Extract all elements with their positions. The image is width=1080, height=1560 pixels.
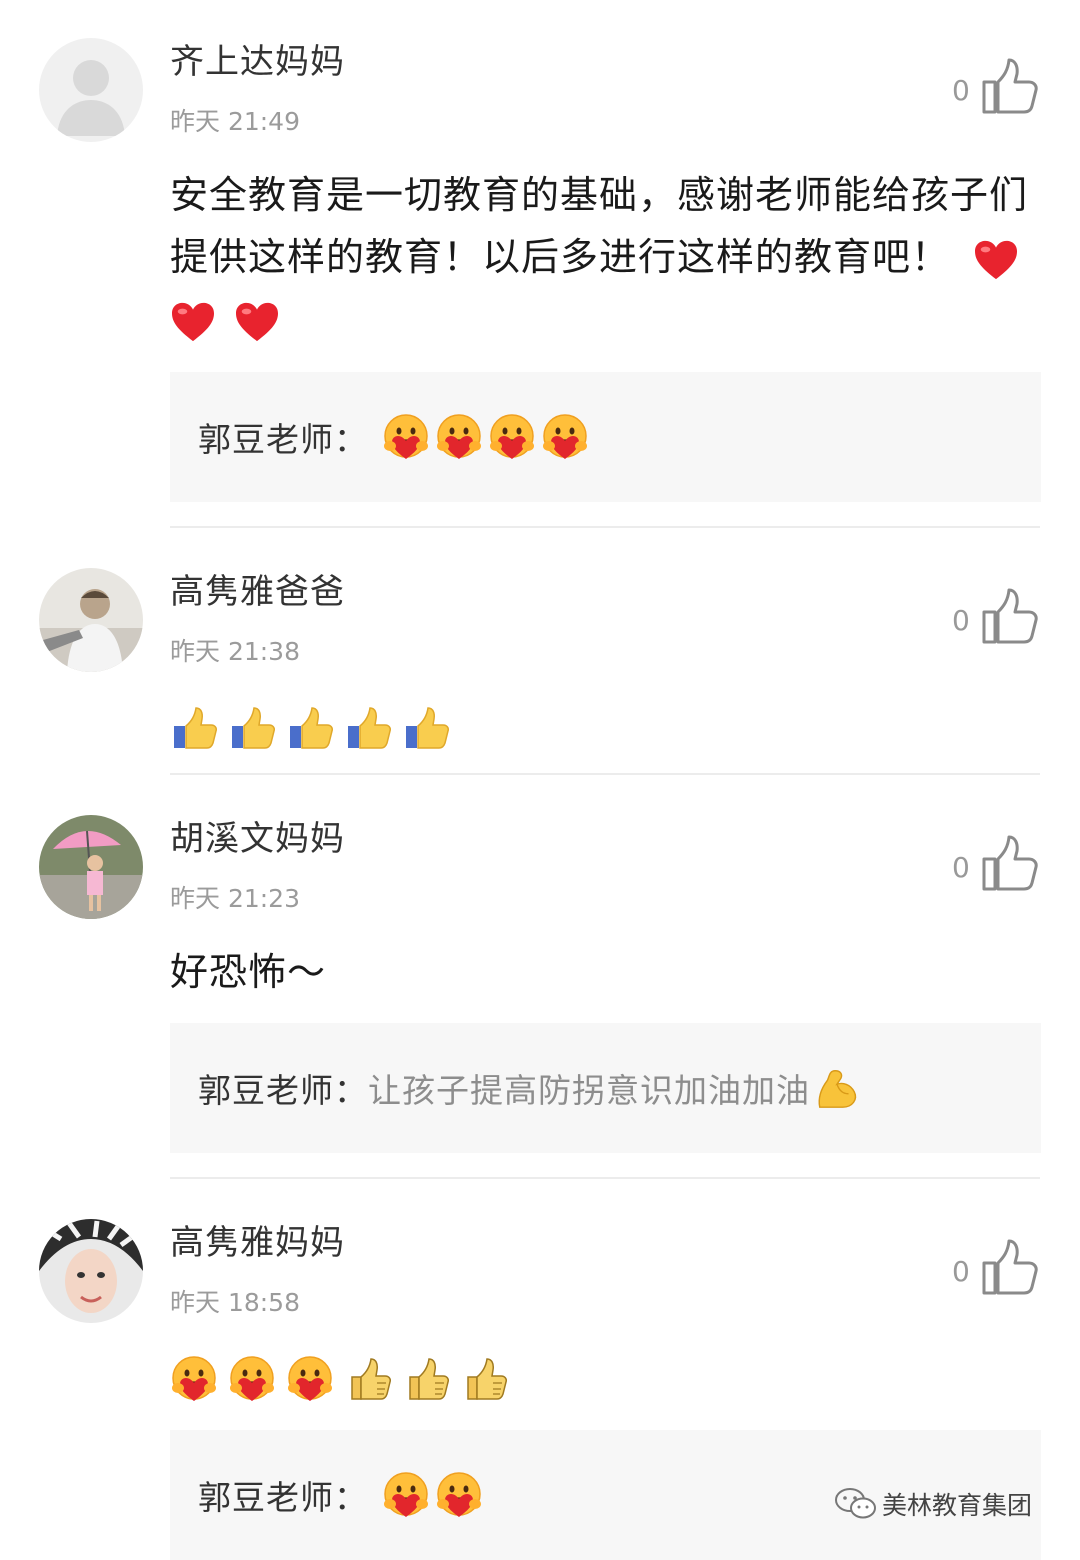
thumbs-up-emoji-icon bbox=[170, 704, 218, 752]
thumbs-up-icon bbox=[980, 586, 1040, 646]
hug-icon bbox=[541, 413, 589, 461]
divider bbox=[170, 773, 1040, 775]
author-reply: 郭豆老师： 让孩子提高防拐意识加油加油 bbox=[170, 1023, 1041, 1153]
avatar[interactable] bbox=[39, 568, 143, 672]
like-button[interactable]: 0 bbox=[948, 1237, 1043, 1297]
thumbs-up-emoji-icon bbox=[228, 704, 276, 752]
like-button[interactable]: 0 bbox=[948, 833, 1043, 893]
like-count: 0 bbox=[952, 74, 970, 107]
thumbs-up-emoji-icon bbox=[344, 704, 392, 752]
divider bbox=[170, 1177, 1040, 1179]
comment-emojis[interactable] bbox=[170, 704, 455, 756]
like-button[interactable]: 0 bbox=[948, 56, 1043, 116]
reply-author: 郭豆老师： bbox=[198, 1478, 368, 1517]
heart-icon bbox=[234, 301, 280, 343]
thumbs-up-icon bbox=[980, 1237, 1040, 1297]
thumbs-up-emoji-icon bbox=[402, 704, 450, 752]
like-count: 0 bbox=[952, 1255, 970, 1288]
nickname[interactable]: 高隽雅爸爸 bbox=[170, 570, 345, 614]
thumbs-up-emoji-icon bbox=[286, 704, 334, 752]
author-reply: 郭豆老师： bbox=[170, 372, 1041, 502]
comment-time: 昨天 21:23 bbox=[170, 884, 300, 913]
like-count: 0 bbox=[952, 851, 970, 884]
comment-time: 昨天 18:58 bbox=[170, 1288, 300, 1317]
avatar[interactable] bbox=[39, 38, 143, 142]
thumbs-up-emoji-icon bbox=[460, 1355, 508, 1403]
hug-icon bbox=[435, 1471, 483, 1519]
hug-icon bbox=[228, 1355, 276, 1403]
watermark-text: 美林教育集团 bbox=[882, 1491, 1033, 1520]
thumbs-up-emoji-icon bbox=[344, 1355, 392, 1403]
reply-author: 郭豆老师： bbox=[198, 1071, 368, 1110]
comment-time: 昨天 21:49 bbox=[170, 107, 300, 136]
hug-icon bbox=[382, 413, 430, 461]
comment-text-body: 安全教育是一切教育的基础，感谢老师能给孩子们提供这样的教育！以后多进行这样的教育… bbox=[170, 173, 1029, 279]
nickname[interactable]: 胡溪文妈妈 bbox=[170, 817, 345, 861]
hug-icon bbox=[170, 1355, 218, 1403]
avatar[interactable] bbox=[39, 815, 143, 919]
nickname[interactable]: 齐上达妈妈 bbox=[170, 40, 345, 84]
like-count: 0 bbox=[952, 604, 970, 637]
divider bbox=[170, 526, 1040, 528]
thumbs-up-icon bbox=[980, 56, 1040, 116]
hug-icon bbox=[286, 1355, 334, 1403]
hug-icon bbox=[435, 413, 483, 461]
heart-icon bbox=[973, 239, 1019, 281]
comment-text[interactable]: 好恐怖～ bbox=[170, 941, 1040, 1003]
nickname[interactable]: 高隽雅妈妈 bbox=[170, 1221, 345, 1265]
reply-author: 郭豆老师： bbox=[198, 420, 368, 459]
wechat-icon bbox=[835, 1488, 876, 1519]
heart-icon bbox=[170, 301, 216, 343]
watermark: 美林教育集团 bbox=[834, 1486, 1032, 1522]
avatar[interactable] bbox=[39, 1219, 143, 1323]
thumbs-up-emoji-icon bbox=[402, 1355, 450, 1403]
comment-emojis[interactable] bbox=[170, 1355, 513, 1407]
flexed-biceps-icon bbox=[814, 1065, 860, 1111]
like-button[interactable]: 0 bbox=[948, 586, 1043, 646]
reply-text: 让孩子提高防拐意识加油加油 bbox=[368, 1071, 810, 1110]
comment-text[interactable]: 安全教育是一切教育的基础，感谢老师能给孩子们提供这样的教育！以后多进行这样的教育… bbox=[170, 164, 1040, 350]
hug-icon bbox=[382, 1471, 430, 1519]
comment-time: 昨天 21:38 bbox=[170, 637, 300, 666]
thumbs-up-icon bbox=[980, 833, 1040, 893]
hug-icon bbox=[488, 413, 536, 461]
